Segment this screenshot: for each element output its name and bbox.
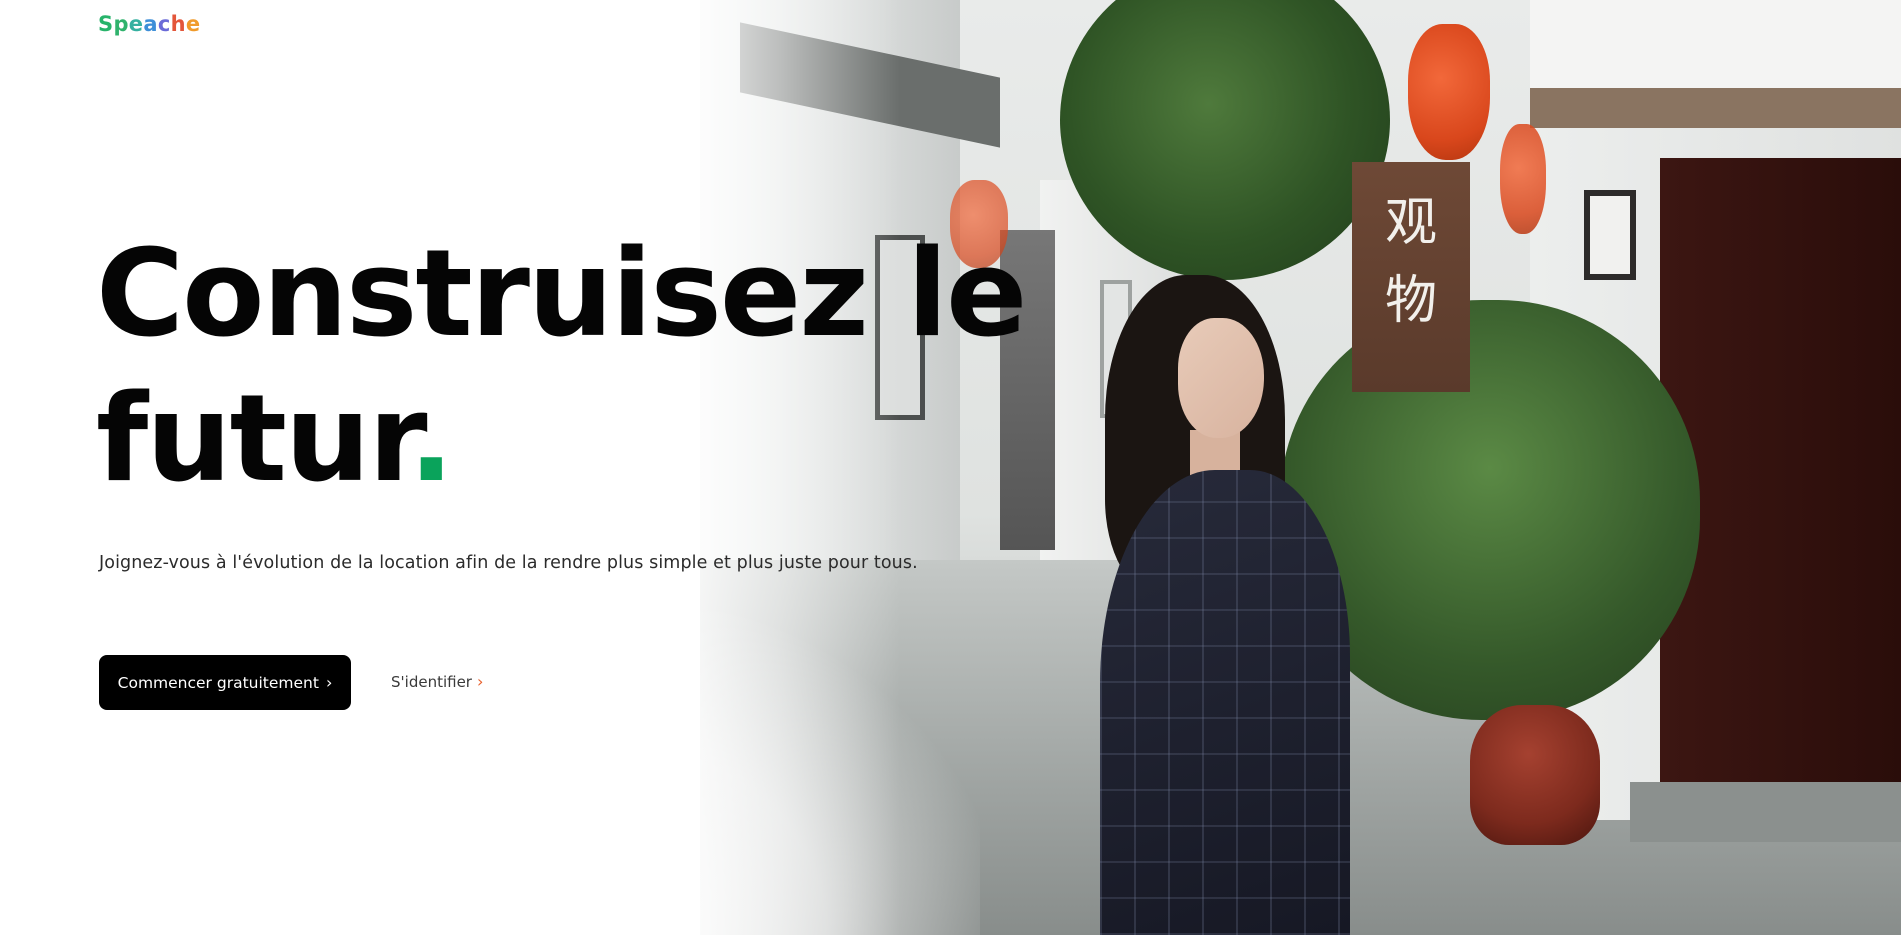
hero-title-line1: Construisez le (96, 225, 1027, 364)
brand-logo-letter: p (113, 12, 129, 36)
start-free-button[interactable]: Commencer gratuitement › (99, 655, 351, 710)
landing-page: 观 物 Speache Construisez le futur. Joigne… (0, 0, 1901, 935)
brand-logo-letter: e (185, 12, 201, 36)
brand-logo-letter: e (128, 12, 144, 36)
red-lantern (1500, 124, 1546, 234)
sign-character: 物 (1384, 271, 1437, 331)
person-jacket (1100, 470, 1350, 935)
brand-logo-letter: c (157, 12, 171, 36)
shop-sign: 观 物 (1352, 162, 1470, 392)
hero-title: Construisez le futur. (96, 222, 1036, 512)
hero-title-dot: . (408, 370, 455, 509)
start-free-label: Commencer gratuitement (117, 673, 319, 692)
person-face (1178, 318, 1264, 438)
door-step (1630, 782, 1901, 842)
chevron-right-icon: › (325, 673, 333, 692)
brand-logo[interactable]: Speache (98, 12, 200, 36)
flower-pot (1470, 705, 1600, 845)
wall-lamp (1584, 190, 1636, 280)
brand-logo-letter: h (170, 12, 186, 36)
hero-title-line2: futur (96, 370, 410, 509)
sign-character: 观 (1384, 193, 1437, 253)
red-lantern (1408, 24, 1490, 160)
login-link[interactable]: S'identifier › (391, 672, 483, 691)
chevron-right-icon: › (476, 672, 484, 691)
brand-logo-letter: S (98, 12, 114, 36)
house-roof (1530, 0, 1901, 128)
photo-fade-overlay (560, 600, 980, 935)
login-label: S'identifier (391, 672, 472, 691)
hero-subtitle: Joignez-vous à l'évolution de la locatio… (99, 553, 918, 573)
brand-logo-letter: a (143, 12, 158, 36)
